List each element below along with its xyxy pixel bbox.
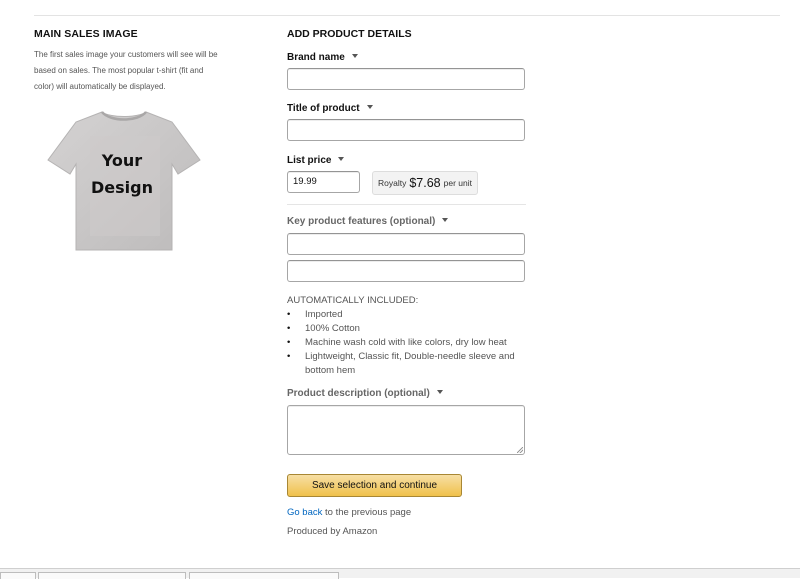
go-back-rest-text: to the previous page	[322, 507, 412, 518]
brand-name-label[interactable]: Brand name	[287, 52, 358, 63]
automatically-included-title: AUTOMATICALLY INCLUDED:	[287, 295, 419, 306]
list-price-label-text: List price	[287, 155, 332, 166]
royalty-amount: $7.68	[409, 176, 441, 190]
royalty-label: Royalty	[378, 178, 407, 188]
main-sales-image-description: The first sales image your customers wil…	[34, 50, 218, 91]
feature-1-input[interactable]	[287, 233, 525, 255]
key-features-label[interactable]: Key product features (optional)	[287, 216, 449, 227]
caret-down-icon	[366, 105, 373, 109]
shirt-design-text-line1: Your	[101, 151, 143, 170]
list-price-value: 19.99	[293, 176, 317, 187]
title-of-product-label-text: Title of product	[287, 103, 360, 114]
caret-down-icon	[351, 54, 358, 58]
product-details-panel: ADD PRODUCT DETAILS	[287, 28, 547, 40]
list-price-label[interactable]: List price	[287, 155, 345, 166]
caret-down-icon	[436, 390, 443, 394]
feature-2-input[interactable]	[287, 260, 525, 282]
shirt-design-text-line2: Design	[91, 178, 153, 197]
list-item: Lightweight, Classic fit, Double-needle …	[287, 350, 527, 378]
product-description-label[interactable]: Product description (optional)	[287, 388, 443, 399]
royalty-unit: per unit	[443, 178, 472, 188]
list-item: Machine wash cold with like colors, dry …	[287, 336, 527, 350]
main-sales-image-title: MAIN SALES IMAGE	[34, 28, 138, 40]
title-of-product-label[interactable]: Title of product	[287, 103, 373, 114]
product-description-textarea[interactable]	[287, 405, 525, 455]
product-description-label-text: Product description (optional)	[287, 388, 430, 399]
bottom-tab[interactable]	[38, 572, 186, 579]
section-divider	[287, 204, 526, 205]
go-back-link[interactable]: Go back	[287, 507, 322, 518]
product-details-title: ADD PRODUCT DETAILS	[287, 28, 412, 40]
list-item: Imported	[287, 308, 527, 322]
brand-name-label-text: Brand name	[287, 52, 345, 63]
go-back-line: Go back to the previous page	[287, 507, 411, 518]
resize-handle-icon[interactable]	[517, 447, 523, 453]
automatically-included-section: AUTOMATICALLY INCLUDED: Imported 100% Co…	[287, 294, 527, 378]
caret-down-icon	[338, 157, 345, 161]
top-divider	[34, 15, 780, 16]
brand-name-input[interactable]	[287, 68, 525, 90]
caret-down-icon	[442, 218, 449, 222]
list-price-input[interactable]: 19.99	[287, 171, 360, 193]
bottom-tab[interactable]	[0, 572, 36, 579]
produced-by-text: Produced by Amazon	[287, 526, 378, 537]
automatically-included-list: Imported 100% Cotton Machine wash cold w…	[287, 308, 527, 378]
list-item: 100% Cotton	[287, 322, 527, 336]
tshirt-preview-image: Your Design	[47, 111, 201, 251]
key-features-label-text: Key product features (optional)	[287, 216, 436, 227]
title-of-product-input[interactable]	[287, 119, 525, 141]
royalty-badge: Royalty $7.68 per unit	[372, 171, 478, 195]
bottom-tab[interactable]	[189, 572, 339, 579]
save-and-continue-button[interactable]: Save selection and continue	[287, 474, 462, 497]
main-sales-image-panel: MAIN SALES IMAGE The first sales image y…	[34, 28, 224, 251]
